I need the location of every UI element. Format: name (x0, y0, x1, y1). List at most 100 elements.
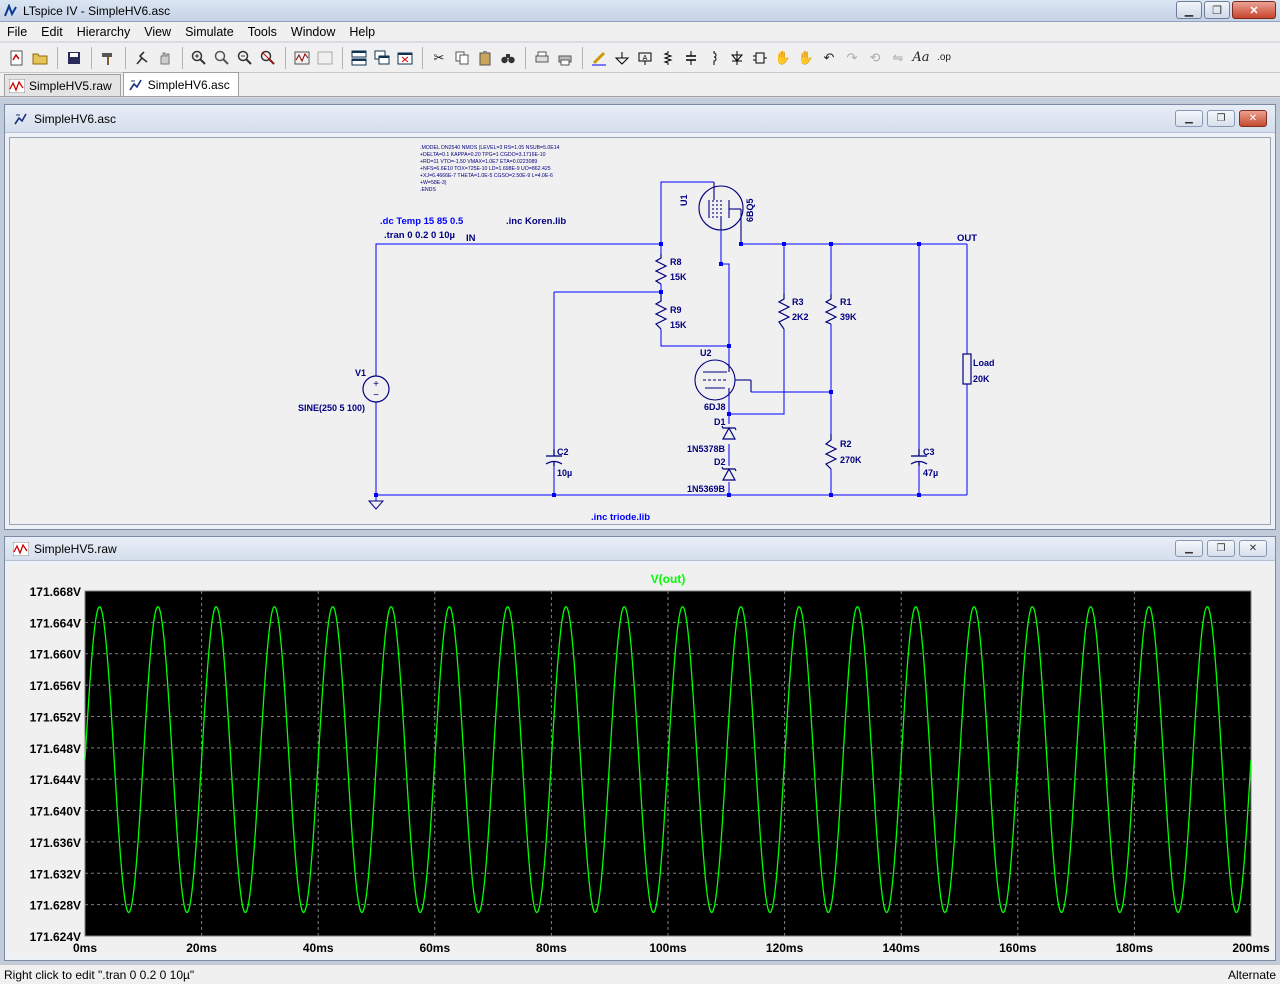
draw-wire-pencil-icon[interactable] (588, 47, 610, 69)
mdi-workspace: SimpleHV6.asc ▁ ❐ ✕ .MODEL DN2540 NMOS (… (0, 98, 1280, 964)
menu-tools[interactable]: Tools (241, 25, 284, 39)
menu-window[interactable]: Window (284, 25, 342, 39)
close-button[interactable]: ✕ (1232, 1, 1276, 19)
drag-hand-icon[interactable]: ✋ (795, 47, 817, 69)
y-tick-label: 171.668V (30, 585, 81, 599)
ltspice-app-icon (4, 3, 17, 16)
control-panel-hammer-icon[interactable] (97, 47, 119, 69)
y-tick-label: 171.664V (30, 616, 81, 630)
voltage-source-v1[interactable]: + − (362, 374, 390, 404)
capacitors[interactable] (545, 449, 928, 466)
dc-directive[interactable]: .dc Temp 15 85 0.5 (380, 216, 464, 227)
y-tick-label: 171.656V (30, 679, 81, 693)
junctions (374, 242, 921, 497)
waveform-plot-pane[interactable]: 171.668V 171.664V 171.660V 171.656V 171.652V… (9, 565, 1271, 956)
ground-icon[interactable] (611, 47, 633, 69)
capacitor-icon[interactable] (680, 47, 702, 69)
waveform-chart[interactable]: 171.668V 171.664V 171.660V 171.656V 171.652V… (9, 565, 1271, 957)
schematic-window-titlebar: SimpleHV6.asc ▁ ❐ ✕ (5, 105, 1275, 133)
tube-u2-triode[interactable] (694, 359, 752, 401)
autorange-icon[interactable] (291, 47, 313, 69)
c3-ref: C3 (923, 447, 935, 457)
v1-ref: V1 (355, 368, 366, 378)
diode-icon[interactable] (726, 47, 748, 69)
u2-value: 6DJ8 (704, 402, 726, 412)
waveform-icon (9, 78, 25, 93)
menu-edit[interactable]: Edit (34, 25, 70, 39)
tran-directive[interactable]: .tran 0 0.2 0 10µ (384, 230, 455, 241)
tab-simplehv5-raw[interactable]: SimpleHV5.raw (4, 74, 121, 96)
model-line: .MODEL DN2540 NMOS (LEVEL=3 RS=1.05 NSUB… (420, 145, 560, 151)
label-net-icon[interactable]: A (634, 47, 656, 69)
run-simulation-icon[interactable] (131, 47, 153, 69)
inc-koren-directive[interactable]: .inc Koren.lib (506, 216, 566, 227)
zoom-out-icon[interactable] (234, 47, 256, 69)
undo-icon[interactable]: ↶ (818, 47, 840, 69)
resistor-r2 (824, 434, 838, 470)
waveform-close-button[interactable]: ✕ (1239, 540, 1267, 557)
minimize-button[interactable]: ▁ (1176, 1, 1202, 19)
model-directive-block[interactable]: .MODEL DN2540 NMOS (LEVEL=3 RS=1.05 NSUB… (420, 145, 560, 193)
waveform-window: SimpleHV5.raw ▁ ❐ ✕ 171.668V 171.664V 171.… (4, 536, 1276, 961)
spice-directive-icon[interactable]: .op (933, 47, 955, 69)
menu-file[interactable]: File (0, 25, 34, 39)
cascade-icon[interactable] (371, 47, 393, 69)
waveform-restore-button[interactable]: ❐ (1207, 540, 1235, 557)
zoom-fit-icon[interactable] (257, 47, 279, 69)
c2-value: 10µ (557, 468, 572, 478)
inductor-icon[interactable] (703, 47, 725, 69)
d2-ref: D2 (714, 457, 726, 467)
print-icon[interactable] (554, 47, 576, 69)
component-icon[interactable] (749, 47, 771, 69)
rotate-icon[interactable]: ⟲ (864, 47, 886, 69)
x-axis-ticks: 0ms 20ms 40ms 60ms 80ms 100ms 120ms 140ms 160ms 1… (73, 941, 1270, 955)
redo-icon[interactable]: ↷ (841, 47, 863, 69)
print-preview-icon[interactable] (531, 47, 553, 69)
model-line: +W=58E-3) (420, 180, 447, 186)
y-tick-label: 171.640V (30, 805, 81, 819)
x-tick-label: 20ms (186, 941, 217, 955)
wires (375, 181, 968, 496)
ground-symbol[interactable] (367, 495, 385, 510)
text-icon[interactable]: Aa (910, 47, 932, 69)
open-folder-icon[interactable] (29, 47, 51, 69)
new-schematic-icon[interactable] (6, 47, 28, 69)
pan-icon[interactable] (211, 47, 233, 69)
resistors[interactable] (654, 254, 972, 470)
schematic-minimize-button[interactable]: ▁ (1175, 110, 1203, 127)
find-binoculars-icon[interactable] (497, 47, 519, 69)
menu-help[interactable]: Help (342, 25, 382, 39)
mirror-icon[interactable]: ⇋ (887, 47, 909, 69)
trace-label-v-out[interactable]: V(out) (651, 572, 686, 586)
move-hand-icon[interactable]: ✋ (772, 47, 794, 69)
schematic-close-button[interactable]: ✕ (1239, 110, 1267, 127)
save-icon[interactable] (63, 47, 85, 69)
y-tick-label: 171.636V (30, 836, 81, 850)
schematic-restore-button[interactable]: ❐ (1207, 110, 1235, 127)
tile-horizontal-icon[interactable] (348, 47, 370, 69)
copy-icon[interactable] (451, 47, 473, 69)
inc-triode-directive[interactable]: .inc triode.lib (591, 512, 650, 523)
schematic-canvas[interactable]: .MODEL DN2540 NMOS (LEVEL=3 RS=1.05 NSUB… (9, 137, 1271, 525)
halt-hand-icon[interactable] (154, 47, 176, 69)
window-title: LTspice IV - SimpleHV6.asc (23, 3, 171, 18)
restore-button[interactable]: ❐ (1204, 1, 1230, 19)
menu-view[interactable]: View (137, 25, 178, 39)
r9-value: 15K (670, 320, 687, 330)
menu-hierarchy[interactable]: Hierarchy (70, 25, 138, 39)
cursor-icon[interactable] (314, 47, 336, 69)
waveform-minimize-button[interactable]: ▁ (1175, 540, 1203, 557)
x-tick-label: 100ms (649, 941, 687, 955)
menu-simulate[interactable]: Simulate (178, 25, 241, 39)
zoom-in-icon[interactable] (188, 47, 210, 69)
paste-icon[interactable] (474, 47, 496, 69)
tab-simplehv6-asc[interactable]: SimpleHV6.asc (122, 72, 239, 96)
cut-scissors-icon[interactable]: ✂ (428, 47, 450, 69)
net-label-out: OUT (957, 233, 977, 244)
model-line: +NFS=6.6E10 TOX=725E-10 LD=1.698E-9 UO=8… (420, 166, 551, 172)
waveform-window-title: SimpleHV5.raw (34, 541, 117, 556)
resistor-icon[interactable] (657, 47, 679, 69)
x-tick-label: 180ms (1116, 941, 1154, 955)
close-all-icon[interactable] (394, 47, 416, 69)
svg-text:A: A (643, 55, 648, 62)
